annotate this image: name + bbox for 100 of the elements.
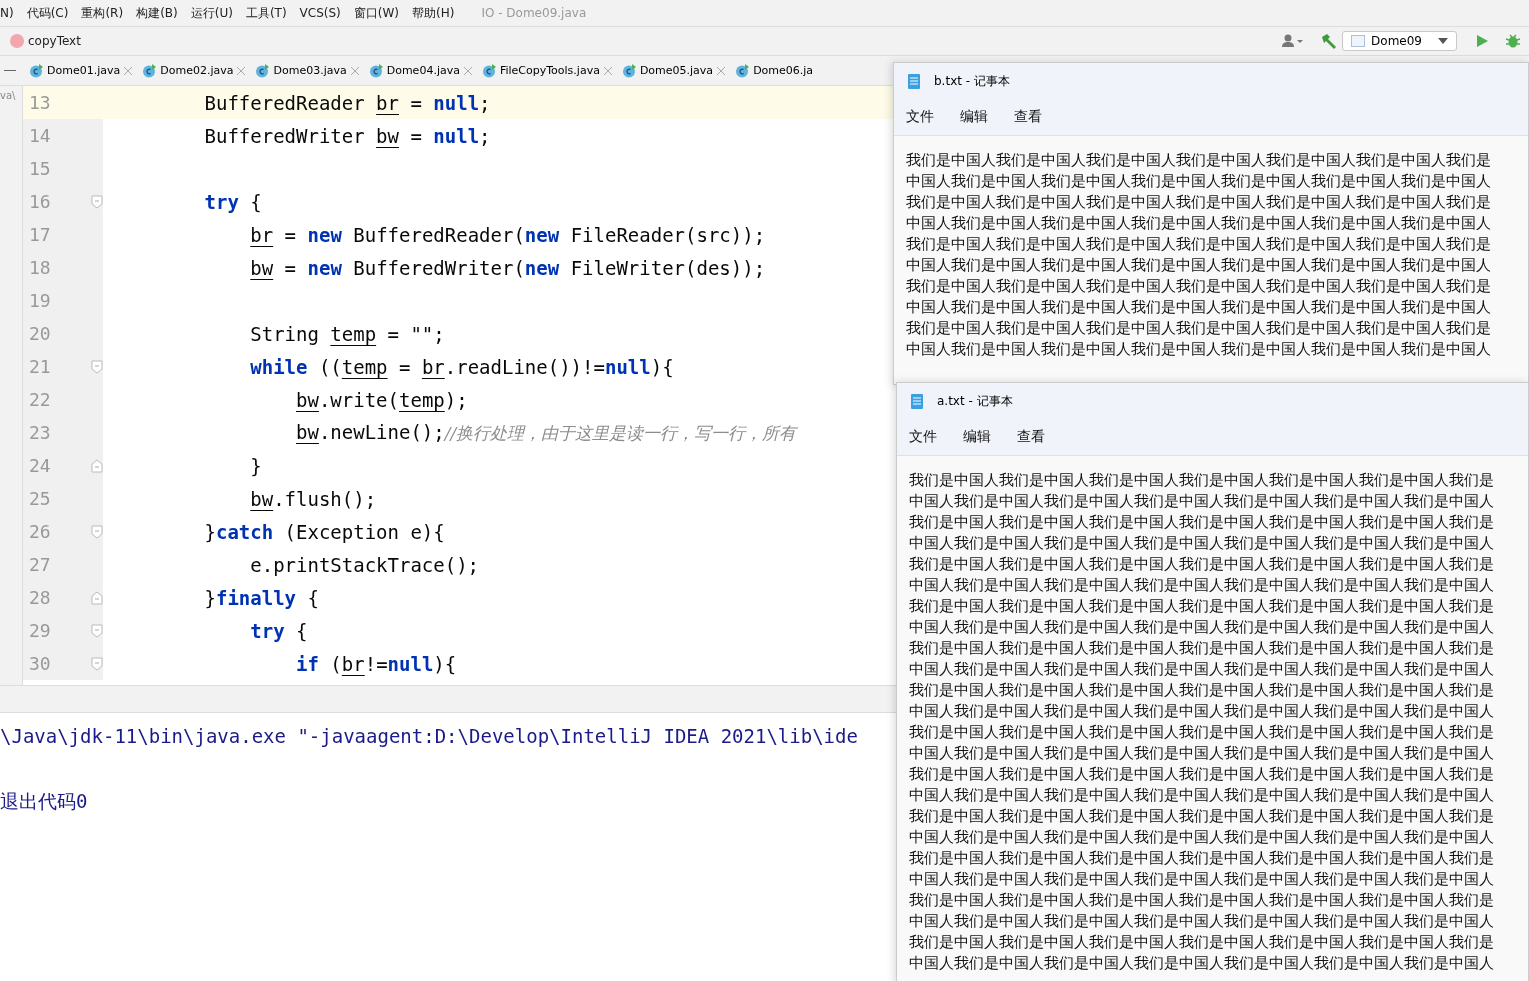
editor-tab[interactable]: Dome06.ja	[730, 63, 819, 78]
project-path: va\	[0, 90, 16, 101]
text-line: 我们是中国人我们是中国人我们是中国人我们是中国人我们是中国人我们是中国人我们是	[909, 932, 1495, 953]
text-line: 我们是中国人我们是中国人我们是中国人我们是中国人我们是中国人我们是中国人我们是	[906, 234, 1492, 255]
text-line: 我们是中国人我们是中国人我们是中国人我们是中国人我们是中国人我们是中国人我们是	[906, 318, 1492, 339]
notepad-icon	[908, 73, 920, 89]
text-line: 我们是中国人我们是中国人我们是中国人我们是中国人我们是中国人我们是中国人我们是	[909, 848, 1495, 869]
line-number: 25	[29, 488, 51, 509]
text-line: 我们是中国人我们是中国人我们是中国人我们是中国人我们是中国人我们是中国人我们是	[909, 764, 1495, 785]
menu-item[interactable]: 帮助(H)	[412, 4, 455, 22]
text-line: 中国人我们是中国人我们是中国人我们是中国人我们是中国人我们是中国人我们是中国人	[909, 743, 1495, 764]
class-icon	[368, 63, 383, 78]
line-number: 24	[29, 455, 51, 476]
menu-item[interactable]: 重构(R)	[81, 4, 124, 22]
menu-item[interactable]: 窗口(W)	[353, 4, 399, 22]
text-line: 我们是中国人我们是中国人我们是中国人我们是中国人我们是中国人我们是中国人我们是	[906, 276, 1492, 297]
editor-tab[interactable]: Dome05.java	[616, 63, 731, 78]
text-line: 中国人我们是中国人我们是中国人我们是中国人我们是中国人我们是中国人我们是中国人	[909, 659, 1495, 680]
window-title: a.txt - 记事本	[937, 392, 1013, 410]
class-icon	[142, 63, 157, 78]
text-line: 中国人我们是中国人我们是中国人我们是中国人我们是中国人我们是中国人我们是中国人	[909, 785, 1495, 806]
bug-icon[interactable]	[1505, 33, 1521, 49]
close-icon[interactable]	[124, 66, 133, 75]
menu-item[interactable]: 构建(B)	[136, 4, 178, 22]
fold-marker-icon[interactable]	[91, 359, 103, 374]
text-line: 我们是中国人我们是中国人我们是中国人我们是中国人我们是中国人我们是中国人我们是	[909, 806, 1495, 827]
line-number: 29	[29, 620, 51, 641]
close-icon[interactable]	[350, 66, 359, 75]
fold-marker-icon[interactable]	[91, 590, 103, 605]
class-icon	[481, 63, 496, 78]
text-line: 中国人我们是中国人我们是中国人我们是中国人我们是中国人我们是中国人我们是中国人	[909, 701, 1495, 722]
text-line: 中国人我们是中国人我们是中国人我们是中国人我们是中国人我们是中国人我们是中国人	[909, 491, 1495, 512]
line-number: 18	[29, 257, 51, 278]
menu-item[interactable]: 文件	[909, 428, 937, 446]
line-number: 27	[29, 554, 51, 575]
menu-item[interactable]: VCS(S)	[299, 6, 341, 20]
run-icon[interactable]	[1475, 34, 1489, 48]
text-line: 中国人我们是中国人我们是中国人我们是中国人我们是中国人我们是中国人我们是中国人	[909, 533, 1495, 554]
line-number: 14	[29, 125, 51, 146]
text-line: 中国人我们是中国人我们是中国人我们是中国人我们是中国人我们是中国人我们是中国人	[906, 297, 1492, 318]
menu-item[interactable]: 编辑	[963, 428, 991, 446]
menu-item[interactable]: 查看	[1017, 428, 1045, 446]
menu-item[interactable]: 工具(T)	[245, 4, 287, 22]
line-number: 21	[29, 356, 51, 377]
text-line: 我们是中国人我们是中国人我们是中国人我们是中国人我们是中国人我们是中国人我们是	[909, 680, 1495, 701]
fold-marker-icon[interactable]	[91, 656, 103, 671]
line-number: 19	[29, 290, 51, 311]
text-line: 我们是中国人我们是中国人我们是中国人我们是中国人我们是中国人我们是中国人我们是	[909, 470, 1495, 491]
close-icon[interactable]	[717, 66, 726, 75]
editor-tab[interactable]: Dome01.java	[24, 63, 138, 78]
close-icon[interactable]	[237, 66, 246, 75]
line-number: 15	[29, 158, 51, 179]
text-line: 中国人我们是中国人我们是中国人我们是中国人我们是中国人我们是中国人我们是中国人	[909, 911, 1495, 932]
run-config-dropdown[interactable]: Dome09	[1342, 31, 1457, 51]
close-icon[interactable]	[463, 66, 472, 75]
text-line: 中国人我们是中国人我们是中国人我们是中国人我们是中国人我们是中国人我们是中国人	[909, 575, 1495, 596]
caret-icon	[1438, 38, 1448, 44]
line-number: 28	[29, 587, 51, 608]
text-line: 我们是中国人我们是中国人我们是中国人我们是中国人我们是中国人我们是中国人我们是	[909, 638, 1495, 659]
editor-tab[interactable]: Dome02.java	[137, 63, 251, 78]
line-number: 20	[29, 323, 51, 344]
notepad-icon	[911, 393, 923, 409]
class-icon	[735, 63, 750, 78]
menu-item[interactable]: 运行(U)	[190, 4, 233, 22]
line-number: 16	[29, 191, 51, 212]
breadcrumb-item[interactable]: copyText	[28, 34, 81, 48]
line-number: 23	[29, 422, 51, 443]
class-icon	[621, 63, 636, 78]
text-line: 中国人我们是中国人我们是中国人我们是中国人我们是中国人我们是中国人我们是中国人	[906, 171, 1492, 192]
text-line: 我们是中国人我们是中国人我们是中国人我们是中国人我们是中国人我们是中国人我们是	[909, 512, 1495, 533]
line-number: 13	[29, 92, 51, 113]
user-icon[interactable]	[1282, 34, 1305, 48]
text-line: 中国人我们是中国人我们是中国人我们是中国人我们是中国人我们是中国人我们是中国人	[909, 869, 1495, 890]
editor-tab[interactable]: Dome03.java	[250, 63, 364, 78]
editor-tab[interactable]: FileCopyTools.java	[476, 63, 617, 78]
text-line: 中国人我们是中国人我们是中国人我们是中国人我们是中国人我们是中国人我们是中国人	[906, 339, 1492, 360]
line-number: 17	[29, 224, 51, 245]
console-output: \Java\jdk-11\bin\java.exe "-javaagent:D:\Develop\IntelliJ IDEA 2021\lib\ide	[0, 723, 858, 749]
text-line: 我们是中国人我们是中国人我们是中国人我们是中国人我们是中国人我们是中国人我们是	[909, 722, 1495, 743]
text-line: 中国人我们是中国人我们是中国人我们是中国人我们是中国人我们是中国人我们是中国人	[909, 827, 1495, 848]
text-line: 我们是中国人我们是中国人我们是中国人我们是中国人我们是中国人我们是中国人我们是	[906, 150, 1492, 171]
hammer-icon[interactable]	[1320, 33, 1339, 49]
text-line: 中国人我们是中国人我们是中国人我们是中国人我们是中国人我们是中国人我们是中国人	[906, 255, 1492, 276]
fold-marker-icon[interactable]	[91, 458, 103, 473]
menu-item[interactable]: 代码(C)	[26, 4, 69, 22]
line-number: 22	[29, 389, 51, 410]
line-number: 26	[29, 521, 51, 542]
text-line: 中国人我们是中国人我们是中国人我们是中国人我们是中国人我们是中国人我们是中国人	[909, 953, 1495, 974]
text-line: 我们是中国人我们是中国人我们是中国人我们是中国人我们是中国人我们是中国人我们是	[909, 596, 1495, 617]
text-line: 我们是中国人我们是中国人我们是中国人我们是中国人我们是中国人我们是中国人我们是	[909, 890, 1495, 911]
console-output: 退出代码0	[0, 788, 88, 814]
fold-marker-icon[interactable]	[91, 194, 103, 209]
line-number: 30	[29, 653, 51, 674]
class-icon	[255, 63, 270, 78]
fold-marker-icon[interactable]	[91, 524, 103, 539]
menu-item[interactable]: N)	[0, 6, 14, 20]
editor-tab[interactable]: Dome04.java	[363, 63, 477, 78]
text-line: 我们是中国人我们是中国人我们是中国人我们是中国人我们是中国人我们是中国人我们是	[906, 192, 1492, 213]
fold-marker-icon[interactable]	[91, 623, 103, 638]
close-icon[interactable]	[603, 66, 612, 75]
